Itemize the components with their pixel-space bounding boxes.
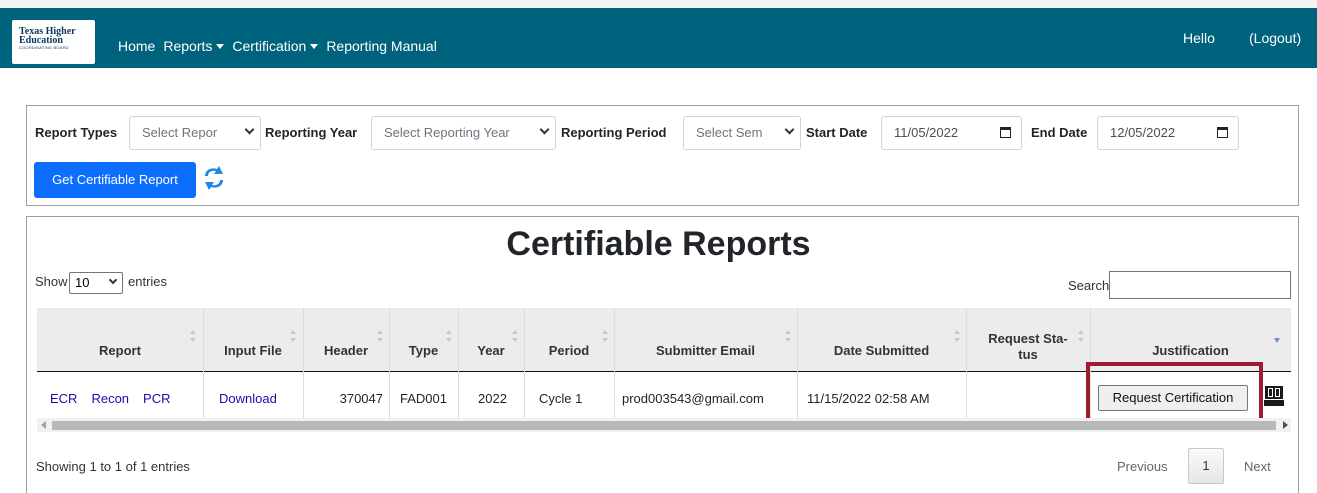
- nav-reports-label: Reports: [163, 38, 213, 54]
- end-date-value: 12/05/2022: [1110, 125, 1176, 140]
- sort-icon[interactable]: [190, 330, 196, 344]
- caret-down-icon: [310, 44, 319, 49]
- sort-icon[interactable]: [1078, 330, 1084, 344]
- col-period[interactable]: Period: [524, 308, 614, 372]
- scroll-left-icon[interactable]: [41, 421, 46, 429]
- scroll-right-icon[interactable]: [1283, 421, 1288, 429]
- pcr-link[interactable]: PCR: [143, 391, 170, 406]
- page-title: Certifiable Reports: [506, 225, 811, 263]
- page-length-value: 10: [75, 275, 90, 290]
- entries-label: entries: [128, 274, 168, 289]
- chevron-down-icon: [244, 124, 255, 135]
- col-submitter-email[interactable]: Submitter Email: [614, 308, 797, 372]
- start-date-value: 11/05/2022: [894, 125, 959, 140]
- end-date-label: End Date: [1031, 125, 1088, 140]
- sort-icon[interactable]: [290, 330, 296, 344]
- column-divider: [966, 308, 967, 422]
- col-request-status-line-1: Request Sta-: [988, 331, 1068, 346]
- page-length-select[interactable]: 10: [69, 272, 123, 294]
- history-icon[interactable]: [1264, 384, 1284, 410]
- logout-link[interactable]: (Logout): [1249, 8, 1301, 68]
- col-report[interactable]: Report: [37, 308, 203, 372]
- sort-icon[interactable]: [512, 330, 518, 344]
- col-request-status[interactable]: Request Sta- tus: [966, 308, 1090, 372]
- greeting: Hello: [1183, 30, 1215, 46]
- report-types-select[interactable]: Select Repor: [129, 116, 261, 150]
- sort-icon[interactable]: [785, 330, 791, 344]
- nav-reports[interactable]: Reports: [163, 38, 225, 54]
- nav-reporting-manual[interactable]: Reporting Manual: [326, 38, 437, 54]
- reporting-year-select[interactable]: Select Reporting Year: [371, 116, 556, 150]
- nav-certification[interactable]: Certification: [232, 38, 319, 54]
- download-link[interactable]: Download: [219, 391, 277, 406]
- caret-down-icon: [216, 44, 225, 49]
- show-label: Show: [35, 274, 68, 289]
- end-date-input[interactable]: 12/05/2022: [1097, 116, 1239, 150]
- reporting-year-label: Reporting Year: [265, 125, 358, 140]
- column-divider: [389, 308, 390, 422]
- period-cell: Cycle 1: [539, 390, 583, 406]
- logo-line-3: COORDINATING BOARD: [19, 45, 69, 50]
- type-cell: FAD001: [400, 390, 447, 406]
- thecb-logo[interactable]: Texas Higher Education COORDINATING BOAR…: [12, 20, 95, 64]
- header-cell: 370047: [339, 390, 383, 406]
- scrollbar-thumb[interactable]: [52, 421, 1276, 430]
- column-divider: [203, 308, 204, 422]
- chevron-down-icon: [784, 124, 795, 135]
- next-button[interactable]: Next: [1244, 459, 1271, 474]
- main-nav: Home Reports Certification Reporting Man…: [118, 16, 445, 76]
- ecr-link[interactable]: ECR: [50, 391, 77, 406]
- logo-line-2: Education: [19, 35, 63, 46]
- column-divider: [614, 308, 615, 422]
- sort-icon[interactable]: [446, 330, 452, 344]
- sort-icon[interactable]: [377, 330, 383, 344]
- date-submitted-cell: 11/15/2022 02:58 AM: [807, 390, 930, 406]
- chevron-down-icon: [108, 275, 118, 285]
- col-request-status-line-2: tus: [1018, 347, 1038, 362]
- page-1-button[interactable]: 1: [1188, 448, 1224, 484]
- report-types-label: Report Types: [35, 125, 118, 140]
- calendar-icon[interactable]: [1000, 127, 1011, 138]
- chevron-down-icon: [539, 124, 550, 135]
- recon-link[interactable]: Recon: [91, 391, 129, 406]
- col-input-file[interactable]: Input File: [203, 308, 303, 372]
- sort-icon[interactable]: [602, 330, 608, 344]
- col-date-submitted[interactable]: Date Submitted: [797, 308, 966, 372]
- reporting-period-select[interactable]: Select Sem: [683, 116, 801, 150]
- report-links-cell: ECR Recon PCR: [50, 374, 184, 422]
- report-types-value: Select Repor: [142, 125, 218, 140]
- calendar-icon[interactable]: [1217, 127, 1228, 138]
- navbar: Texas Higher Education COORDINATING BOAR…: [0, 8, 1317, 68]
- search-input[interactable]: [1109, 271, 1291, 299]
- top-strip: [0, 0, 1317, 8]
- nav-certification-label: Certification: [232, 38, 307, 54]
- reporting-year-value: Select Reporting Year: [384, 125, 510, 140]
- start-date-label: Start Date: [806, 125, 868, 140]
- table-info: Showing 1 to 1 of 1 entries: [36, 459, 190, 474]
- column-divider: [797, 308, 798, 422]
- reporting-period-label: Reporting Period: [561, 125, 667, 140]
- refresh-icon[interactable]: [201, 164, 227, 192]
- column-divider: [458, 308, 459, 422]
- column-divider: [524, 308, 525, 422]
- nav-home[interactable]: Home: [118, 38, 155, 54]
- start-date-input[interactable]: 11/05/2022: [881, 116, 1022, 150]
- get-certifiable-report-button[interactable]: Get Certifiable Report: [34, 162, 196, 198]
- year-cell: 2022: [478, 390, 507, 406]
- input-file-cell: Download: [219, 374, 291, 422]
- reporting-period-value: Select Sem: [696, 125, 763, 140]
- search-label: Search:: [1068, 278, 1113, 293]
- sort-icon[interactable]: [954, 330, 960, 344]
- sort-desc-icon[interactable]: [1274, 338, 1280, 343]
- email-cell: prod003543@gmail.com: [622, 390, 764, 406]
- highlight-box: [1086, 362, 1263, 424]
- previous-button[interactable]: Previous: [1117, 459, 1168, 474]
